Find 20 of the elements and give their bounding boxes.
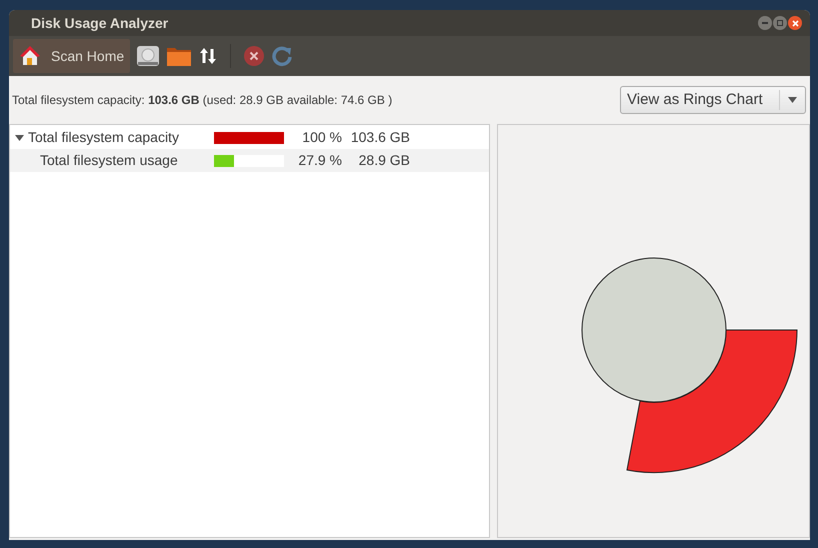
usage-size: 28.9 GB [358, 152, 410, 168]
caret-icon [788, 97, 797, 103]
stop-icon[interactable] [243, 45, 266, 67]
sort-arrows-icon[interactable] [198, 46, 218, 66]
house-icon [19, 45, 41, 67]
capacity-summary: Total filesystem capacity: 103.6 GB (used: 28.9 GB available: 74.6 GB ) [12, 92, 392, 109]
usage-percent: 100 % [302, 129, 342, 145]
usage-size: 103.6 GB [350, 129, 410, 145]
close-icon [792, 20, 798, 26]
expander-icon[interactable] [14, 133, 24, 142]
minimize-button[interactable] [758, 16, 772, 30]
folder-name: Total filesystem usage [40, 152, 178, 168]
usage-percent: 27.9 % [298, 152, 342, 168]
window-title: Disk Usage Analyzer [31, 14, 168, 33]
folder-name: Total filesystem capacity [28, 129, 179, 145]
folder-icon[interactable] [166, 45, 192, 67]
scan-home-button[interactable]: Scan Home [13, 39, 130, 73]
close-button[interactable] [788, 16, 802, 30]
hard-drive-icon[interactable] [136, 45, 160, 67]
view-dropdown[interactable]: View as Rings Chart [620, 86, 806, 114]
